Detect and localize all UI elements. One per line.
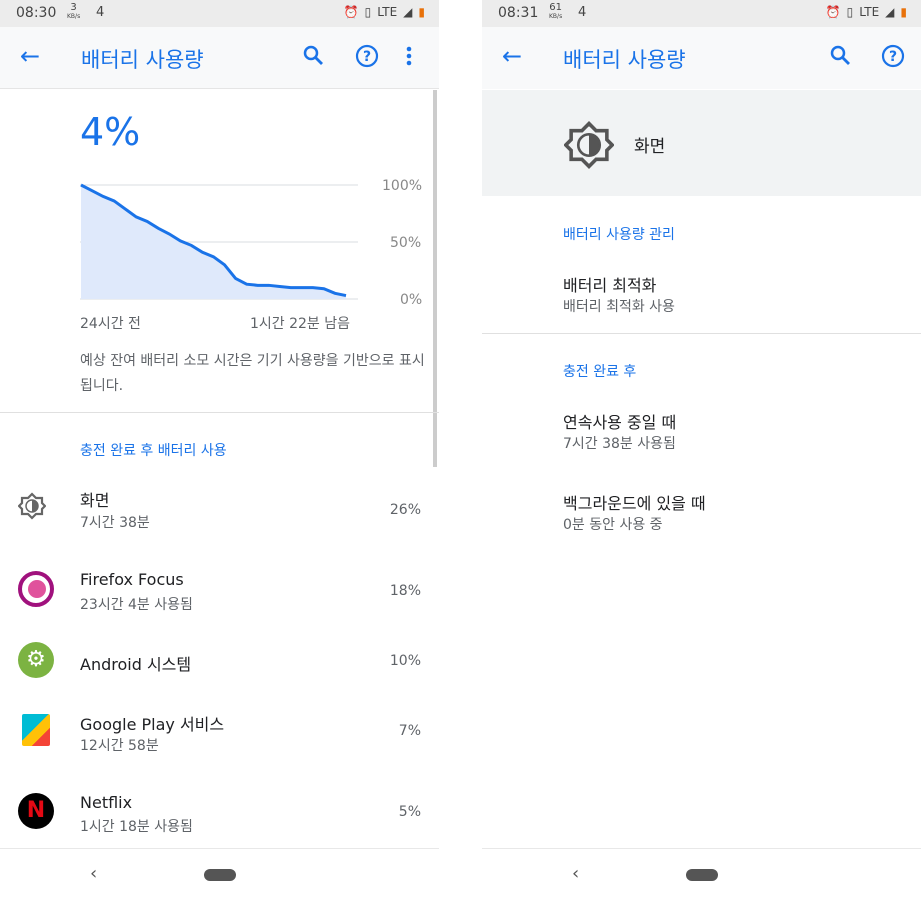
back-arrow-icon[interactable]: ← [502, 44, 522, 68]
alarm-icon: ⏰ [825, 5, 841, 19]
app-usage: 12시간 58분 [80, 738, 159, 754]
svg-text:?: ? [889, 49, 897, 65]
app-percent: 7% [398, 723, 421, 739]
divider [0, 412, 439, 413]
app-usage: 7시간 38분 [80, 515, 150, 531]
network-type: LTE [377, 5, 398, 19]
app-row-netflix[interactable]: N Netflix 1시간 18분 사용됨 5% [0, 777, 439, 847]
app-header-title: 화면 [634, 137, 666, 157]
navigation-bar: ‹ [0, 848, 439, 902]
more-options-icon[interactable] [405, 44, 413, 73]
notification-count: 4 [578, 5, 587, 20]
app-bar: ← 배터리 사용량 ? [0, 27, 439, 89]
speed-unit: KB/s [549, 13, 563, 20]
notification-count: 4 [96, 5, 105, 20]
help-icon[interactable]: ? [881, 44, 905, 73]
app-row-firefox-focus[interactable]: Firefox Focus 23시간 4분 사용됨 18% [0, 556, 439, 626]
search-icon[interactable] [829, 44, 851, 71]
signal-icon: ◢ [885, 5, 895, 19]
estimate-note: 예상 잔여 배터리 소모 시간은 기기 사용량을 기반으로 표시됩니다. [80, 353, 425, 394]
network-speed: 3 KB/s [67, 3, 80, 21]
section-header-manage: 배터리 사용량 관리 [563, 227, 675, 243]
app-percent: 26% [389, 502, 421, 518]
y-tick-50: 50% [390, 235, 422, 251]
search-icon[interactable] [302, 44, 324, 71]
nav-back-icon[interactable]: ‹ [90, 863, 97, 884]
app-row-google-play-services[interactable]: Google Play 서비스 12시간 58분 7% [0, 697, 439, 767]
app-header: 화면 [482, 90, 921, 196]
scrollbar[interactable] [433, 90, 437, 467]
app-bar: ← 배터리 사용량 ? [482, 27, 921, 89]
app-row-screen[interactable]: 화면 7시간 38분 26% [0, 475, 439, 545]
section-header: 충전 완료 후 배터리 사용 [80, 443, 227, 459]
firefox-focus-icon [18, 571, 54, 607]
x-label-end: 1시간 22분 남음 [250, 316, 351, 332]
app-usage: 1시간 18분 사용됨 [80, 819, 193, 835]
clock: 08:31 [498, 5, 539, 21]
status-bar: 08:31 61 KB/s 4 ⏰ ▯ LTE ◢ ▮ [482, 0, 921, 27]
battery-chart [80, 183, 358, 300]
status-icons: ⏰ ▯ LTE ◢ ▮ [826, 5, 907, 19]
item-subtitle: 7시간 38분 사용됨 [563, 436, 676, 452]
vibrate-icon: ▯ [364, 5, 372, 19]
app-name: Android 시스템 [80, 655, 192, 674]
app-percent: 18% [389, 583, 421, 599]
vibrate-icon: ▯ [846, 5, 854, 19]
status-icons: ⏰ ▯ LTE ◢ ▮ [344, 5, 425, 19]
item-subtitle: 0분 동안 사용 중 [563, 517, 663, 533]
y-tick-100: 100% [382, 178, 423, 194]
battery-usage-screen: 08:30 3 KB/s 4 ⏰ ▯ LTE ◢ ▮ ← 배터리 사용량 ? 4% 100… [0, 0, 439, 902]
nav-home-pill[interactable] [686, 869, 718, 881]
item-title: 백그라운드에 있을 때 [563, 494, 706, 513]
app-name: 화면 [80, 491, 110, 510]
help-icon[interactable]: ? [355, 44, 379, 73]
nav-back-icon[interactable]: ‹ [572, 863, 579, 884]
google-play-services-icon [22, 714, 50, 746]
network-type: LTE [859, 5, 880, 19]
battery-percent: 4% [80, 110, 141, 154]
netflix-icon: N [18, 793, 54, 829]
back-arrow-icon[interactable]: ← [20, 44, 40, 68]
app-name: Firefox Focus [80, 570, 184, 589]
x-label-start: 24시간 전 [80, 316, 141, 332]
battery-low-icon: ▮ [900, 5, 907, 19]
signal-icon: ◢ [403, 5, 413, 19]
app-name: Google Play 서비스 [80, 715, 225, 734]
item-title: 연속사용 중일 때 [563, 413, 677, 432]
status-bar: 08:30 3 KB/s 4 ⏰ ▯ LTE ◢ ▮ [0, 0, 439, 27]
app-percent: 10% [389, 653, 421, 669]
speed-unit: KB/s [67, 13, 81, 20]
brightness-icon [563, 120, 615, 174]
app-usage: 23시간 4분 사용됨 [80, 597, 193, 613]
svg-text:?: ? [363, 49, 371, 65]
firefox-focus-glyph [28, 580, 46, 598]
page-title: 배터리 사용량 [81, 48, 204, 72]
clock: 08:30 [16, 5, 57, 21]
brightness-icon [17, 492, 47, 520]
network-speed: 61 KB/s [549, 3, 562, 21]
android-system-icon: ⚙ [18, 642, 54, 678]
screen-usage-detail: 08:31 61 KB/s 4 ⏰ ▯ LTE ◢ ▮ ← 배터리 사용량 ? 화면 배터… [482, 0, 921, 902]
alarm-icon: ⏰ [343, 5, 359, 19]
y-tick-0: 0% [400, 292, 423, 308]
item-subtitle: 배터리 최적화 사용 [563, 299, 675, 315]
app-row-android-system[interactable]: ⚙ Android 시스템 10% [0, 627, 439, 697]
battery-low-icon: ▮ [418, 5, 425, 19]
item-title: 배터리 최적화 [563, 276, 657, 295]
divider [482, 333, 921, 334]
section-header-since-charge: 충전 완료 후 [563, 364, 637, 380]
nav-home-pill[interactable] [204, 869, 236, 881]
page-title: 배터리 사용량 [563, 48, 686, 72]
app-name: Netflix [80, 793, 133, 812]
navigation-bar: ‹ [482, 848, 921, 902]
app-percent: 5% [398, 804, 421, 820]
